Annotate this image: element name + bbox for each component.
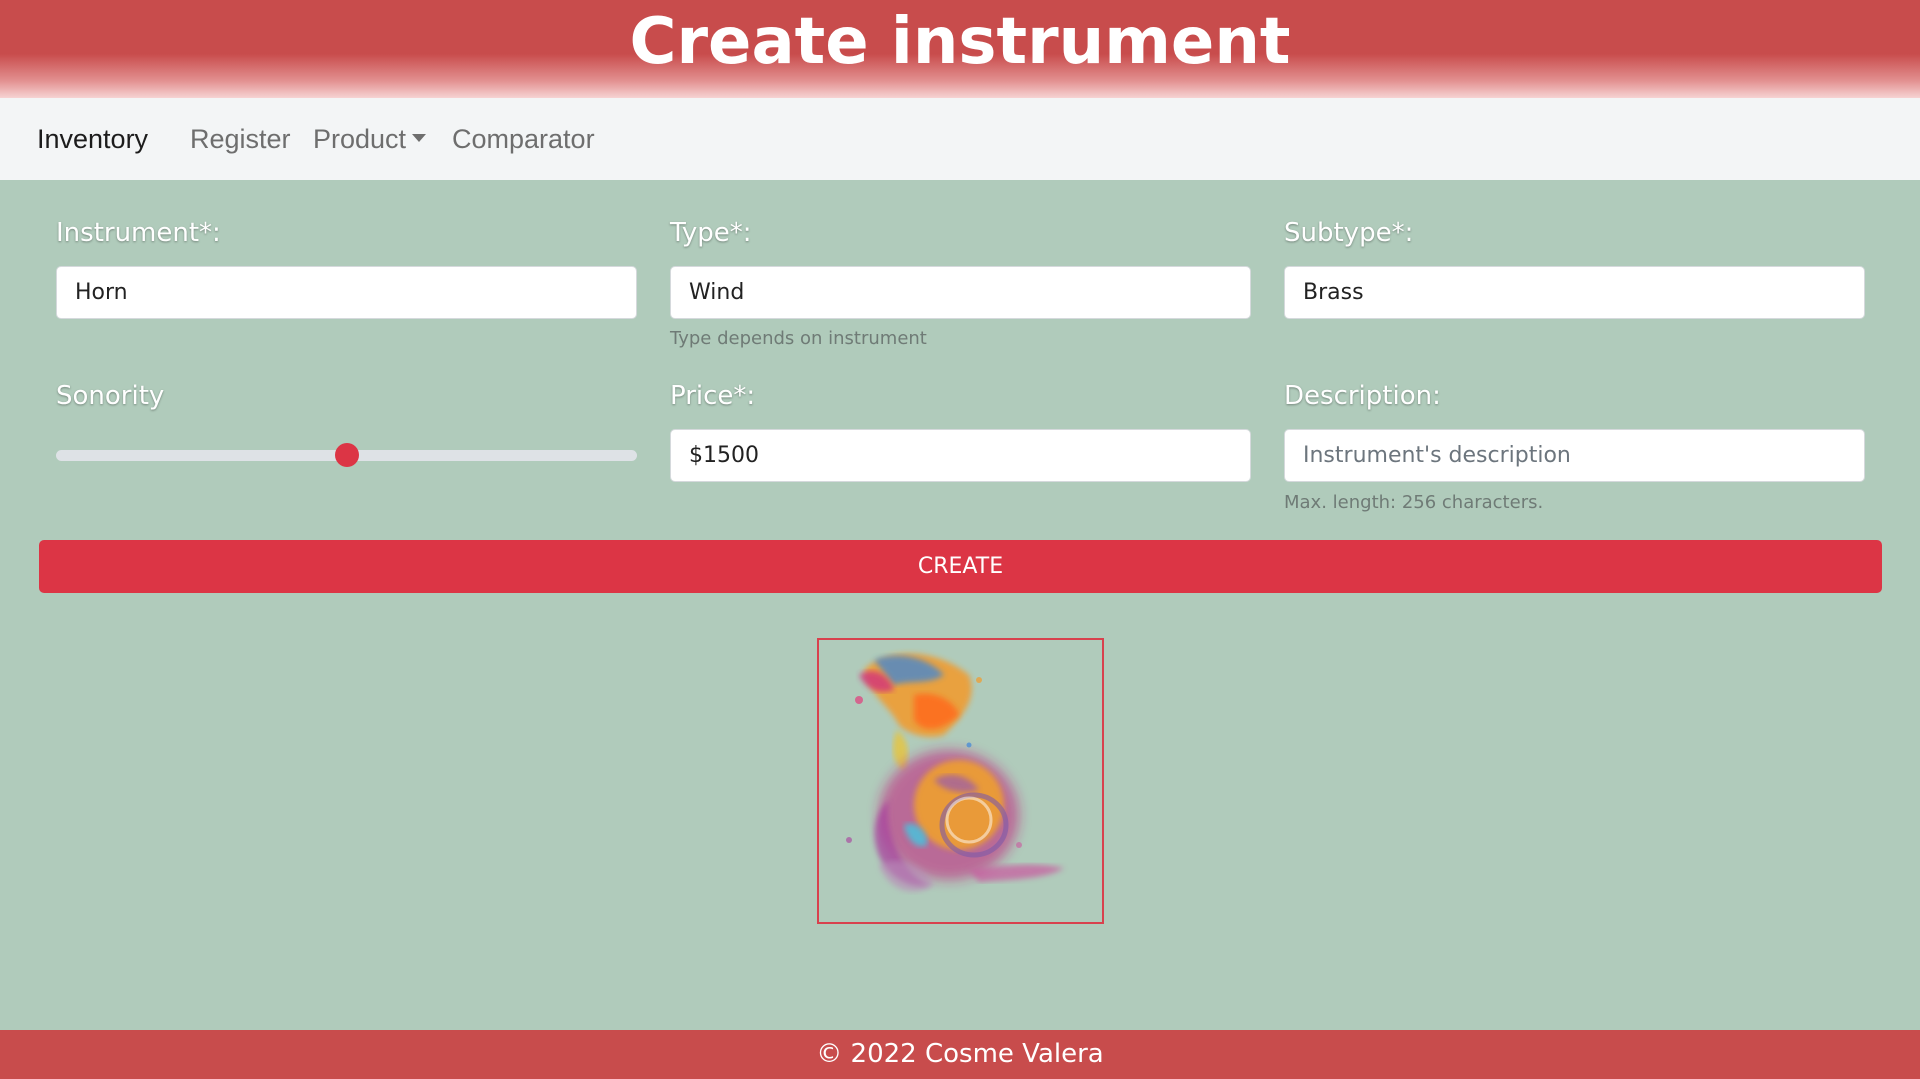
type-input[interactable]: [670, 266, 1251, 319]
instrument-input[interactable]: [56, 266, 637, 319]
create-button[interactable]: CREATE: [39, 540, 1882, 593]
chevron-down-icon: [412, 133, 427, 142]
price-label: Price*:: [670, 381, 756, 411]
type-help-text: Type depends on instrument: [670, 328, 927, 349]
nav-item-register[interactable]: Register: [190, 98, 291, 180]
footer: © 2022 Cosme Valera: [0, 1030, 1920, 1079]
french-horn-icon: [846, 653, 1064, 892]
price-input[interactable]: [670, 429, 1251, 482]
page-header: Create instrument: [0, 0, 1920, 98]
instrument-preview-image: [817, 638, 1104, 924]
instrument-label: Instrument*:: [56, 218, 221, 248]
sonority-slider-thumb[interactable]: [334, 443, 359, 467]
type-label: Type*:: [670, 218, 752, 248]
description-input[interactable]: [1284, 429, 1865, 482]
footer-copyright: © 2022 Cosme Valera: [816, 1039, 1104, 1069]
description-label: Description:: [1284, 381, 1441, 411]
nav-item-product-dropdown[interactable]: Product: [313, 98, 427, 180]
nav-item-comparator[interactable]: Comparator: [452, 98, 595, 180]
navbar: Inventory Register Product Comparator: [0, 98, 1920, 180]
subtype-input[interactable]: [1284, 266, 1865, 319]
nav-item-product-label: Product: [313, 124, 407, 154]
page-title: Create instrument: [629, 5, 1291, 79]
sonority-label: Sonority: [56, 381, 165, 411]
description-help-text: Max. length: 256 characters.: [1284, 492, 1544, 513]
nav-brand-inventory[interactable]: Inventory: [37, 98, 148, 180]
subtype-label: Subtype*:: [1284, 218, 1414, 248]
